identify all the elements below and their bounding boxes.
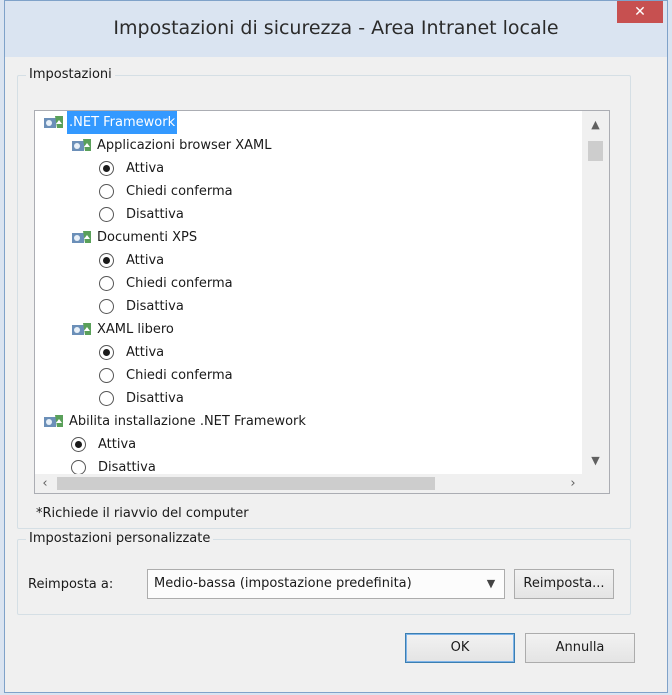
tree-node-enable-install[interactable]: Abilita installazione .NET Framework [43,410,308,433]
vertical-scrollbar[interactable]: ▲ ▼ [582,111,609,475]
radio-label: Chiedi conferma [126,276,233,291]
custom-settings-legend: Impostazioni personalizzate [26,531,214,546]
tree-node-xaml-browser-apps[interactable]: Applicazioni browser XAML [71,134,274,157]
radio-button[interactable] [99,207,114,222]
radio-button[interactable] [99,368,114,383]
custom-settings-group: Impostazioni personalizzate Reimposta a:… [17,531,631,615]
reset-button[interactable]: Reimposta... [514,569,614,599]
tree-node-loose-xaml[interactable]: XAML libero [71,318,176,341]
scroll-down-icon[interactable]: ▼ [582,451,609,471]
radio-label: Disattiva [126,299,184,314]
settings-tree-list[interactable]: .NET Framework Applicazioni browser XAML… [34,110,610,494]
security-level-dropdown[interactable]: Medio-bassa (impostazione predefinita) ▼ [147,569,505,599]
radio-label: Attiva [126,345,165,360]
security-settings-dialog: Impostazioni di sicurezza - Area Intrane… [4,0,668,693]
radio-button[interactable] [99,276,114,291]
radio-label: Chiedi conferma [126,184,233,199]
settings-node-icon [72,230,91,243]
radio-label: Attiva [126,161,165,176]
radio-option-prompt[interactable]: Chiedi conferma [99,364,235,387]
settings-group: Impostazioni .NET Framework Applicazioni… [17,67,631,529]
dialog-client: Impostazioni .NET Framework Applicazioni… [5,57,667,692]
dropdown-value: Medio-bassa (impostazione predefinita) [154,576,412,591]
settings-node-icon [44,414,63,427]
radio-button[interactable] [99,299,114,314]
radio-option-prompt[interactable]: Chiedi conferma [99,180,235,203]
horizontal-scroll-thumb[interactable] [57,477,435,490]
reset-row: Reimposta a: Medio-bassa (impostazione p… [28,569,614,601]
scrollbar-corner [582,474,609,493]
vertical-scroll-thumb[interactable] [588,141,603,161]
radio-label: Chiedi conferma [126,368,233,383]
window-title: Impostazioni di sicurezza - Area Intrane… [113,17,559,39]
restart-note: *Richiede il riavvio del computer [36,506,249,521]
radio-button-checked[interactable] [99,253,114,268]
settings-node-icon [44,115,63,128]
settings-node-icon [72,322,91,335]
settings-tree: .NET Framework Applicazioni browser XAML… [35,111,583,475]
radio-option-disable[interactable]: Disattiva [71,456,158,475]
scroll-up-icon[interactable]: ▲ [582,115,609,135]
radio-option-active[interactable]: Attiva [99,249,166,272]
radio-option-active[interactable]: Attiva [99,341,166,364]
radio-option-disable[interactable]: Disattiva [99,203,186,226]
radio-label: Attiva [98,437,137,452]
tree-node-xps-documents[interactable]: Documenti XPS [71,226,199,249]
scroll-left-icon[interactable]: ‹ [35,474,55,493]
tree-node-net-framework[interactable]: .NET Framework [43,111,178,134]
radio-option-disable[interactable]: Disattiva [99,295,186,318]
close-button[interactable]: ✕ [617,1,663,23]
radio-button-checked[interactable] [99,345,114,360]
radio-label: Attiva [126,253,165,268]
radio-button[interactable] [71,460,86,475]
radio-label: Disattiva [126,391,184,406]
title-bar[interactable]: Impostazioni di sicurezza - Area Intrane… [5,1,667,57]
radio-button[interactable] [99,391,114,406]
radio-label: Disattiva [98,460,156,475]
settings-group-legend: Impostazioni [26,67,115,82]
radio-option-prompt[interactable]: Chiedi conferma [99,272,235,295]
tree-node-label: Abilita installazione .NET Framework [69,414,306,429]
settings-node-icon [72,138,91,151]
scroll-right-icon[interactable]: › [563,474,583,493]
radio-option-disable[interactable]: Disattiva [99,387,186,410]
ok-button[interactable]: OK [405,633,515,663]
radio-label: Disattiva [126,207,184,222]
tree-node-label: Documenti XPS [97,230,198,245]
radio-button-checked[interactable] [71,437,86,452]
horizontal-scrollbar[interactable]: ‹ › [35,474,583,493]
radio-button[interactable] [99,184,114,199]
cancel-button[interactable]: Annulla [525,633,635,663]
radio-option-active[interactable]: Attiva [99,157,166,180]
tree-node-label: XAML libero [97,322,174,337]
reset-label: Reimposta a: [28,577,114,592]
radio-button-checked[interactable] [99,161,114,176]
tree-node-label: Applicazioni browser XAML [97,138,272,153]
tree-node-label: .NET Framework [67,111,178,134]
radio-option-active[interactable]: Attiva [71,433,138,456]
chevron-down-icon[interactable]: ▼ [478,570,504,598]
